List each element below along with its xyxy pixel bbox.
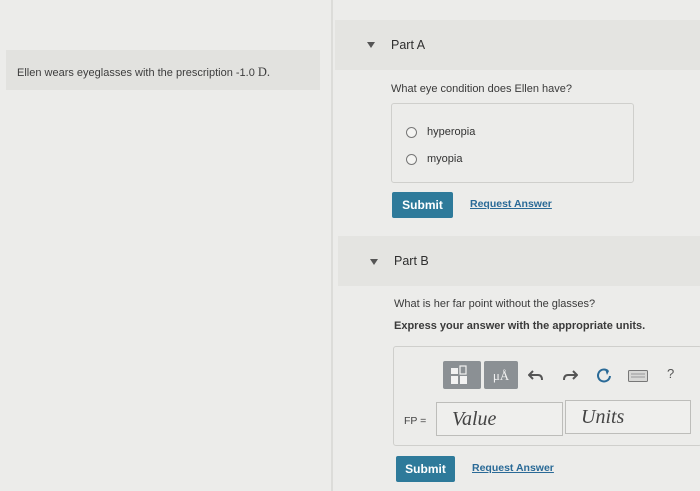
choice-label: myopia <box>427 153 463 165</box>
collapse-caret-icon[interactable] <box>367 42 375 48</box>
part-b-title: Part B <box>394 254 429 268</box>
problem-sentence: Ellen wears eyeglasses with the prescrip… <box>17 67 255 79</box>
choice-hyperopia[interactable]: hyperopia <box>406 124 475 140</box>
value-input[interactable]: Value <box>436 402 563 436</box>
keyboard-icon[interactable] <box>628 369 648 387</box>
radio-icon[interactable] <box>406 126 417 138</box>
undo-icon[interactable] <box>527 368 544 387</box>
radio-icon[interactable] <box>406 153 417 165</box>
problem-statement: Ellen wears eyeglasses with the prescrip… <box>6 50 320 90</box>
part-a-submit-button[interactable]: Submit <box>392 192 453 218</box>
part-a-question: What eye condition does Ellen have? <box>391 83 573 95</box>
part-b-question: What is her far point without the glasse… <box>394 298 596 310</box>
column-divider <box>331 0 333 491</box>
units-icon[interactable]: μÅ <box>484 361 518 389</box>
part-b-instruction: Express your answer with the appropriate… <box>394 320 646 332</box>
part-a-title: Part A <box>391 38 426 52</box>
units-icon-label: μÅ <box>493 368 510 383</box>
units-input[interactable]: Units <box>565 400 691 434</box>
part-a-request-answer-link[interactable]: Request Answer <box>470 198 552 210</box>
choice-myopia[interactable]: myopia <box>406 151 462 167</box>
help-icon[interactable]: ? <box>667 366 674 381</box>
part-b-submit-button[interactable]: Submit <box>396 456 455 482</box>
problem-text: Ellen wears eyeglasses with the prescrip… <box>17 65 270 80</box>
part-b-request-answer-link[interactable]: Request Answer <box>472 462 554 474</box>
problem-unit: D. <box>257 65 271 79</box>
part-a-header[interactable]: Part A <box>335 20 700 70</box>
templates-icon[interactable] <box>443 361 481 389</box>
redo-icon[interactable] <box>562 368 579 387</box>
collapse-caret-icon[interactable] <box>370 259 378 265</box>
choices-box: hyperopia myopia <box>391 103 634 183</box>
fp-label: FP = <box>404 415 427 427</box>
reset-icon[interactable] <box>596 367 612 388</box>
choice-label: hyperopia <box>427 126 476 138</box>
part-b-header[interactable]: Part B <box>338 236 700 286</box>
